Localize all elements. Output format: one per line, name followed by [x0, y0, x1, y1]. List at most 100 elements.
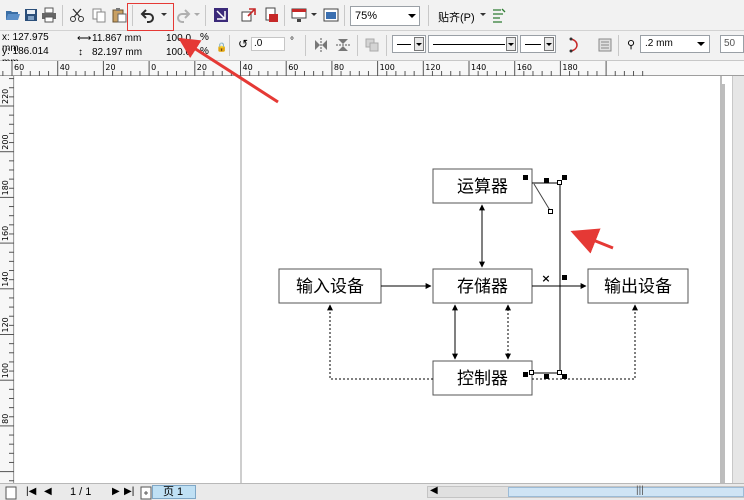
ruler-label: 80 — [1, 414, 10, 424]
redo-icon[interactable] — [174, 6, 192, 24]
chevron-down-icon — [506, 37, 516, 51]
selection-handle[interactable] — [562, 374, 567, 379]
paste-icon[interactable] — [110, 6, 128, 24]
control-label: 控制器 — [457, 369, 508, 389]
print-icon[interactable] — [40, 6, 58, 24]
curve-icon[interactable] — [566, 36, 584, 54]
page-shadow — [722, 84, 725, 483]
vertical-scrollbar[interactable] — [732, 76, 744, 483]
selection-handle[interactable] — [544, 374, 549, 379]
outline-width-value: .2 mm — [645, 38, 673, 49]
outline-width-select[interactable]: .2 mm — [640, 35, 710, 53]
percent-label: % — [200, 32, 209, 43]
start-arrow-select[interactable] — [392, 35, 426, 53]
ruler-label: 20 — [197, 63, 207, 72]
alu-label: 运算器 — [457, 177, 508, 197]
wrap-text-icon[interactable] — [596, 36, 614, 54]
last-page-icon[interactable]: ▶| — [124, 486, 134, 497]
outline-pen-icon: ⚲ — [627, 39, 636, 51]
width-field[interactable]: 11.867 mm — [90, 33, 150, 46]
output-device-label: 输出设备 — [604, 277, 672, 297]
degree-label: ° — [290, 36, 294, 47]
mirror-horizontal-icon[interactable] — [312, 36, 330, 54]
selection-handle[interactable] — [562, 275, 567, 280]
scroll-left-icon[interactable]: ◀ — [430, 485, 438, 496]
input-device-label: 输入设备 — [296, 277, 364, 297]
zoom-level-value: 75% — [355, 10, 378, 22]
center-marker-icon[interactable]: × — [541, 272, 550, 285]
line-style-select[interactable] — [428, 35, 518, 53]
control-point[interactable] — [548, 209, 553, 214]
ruler-label: 100 — [1, 363, 10, 378]
save-icon[interactable] — [22, 6, 40, 24]
export-icon[interactable] — [240, 6, 258, 24]
node-point[interactable] — [557, 180, 562, 185]
ungroup-icon[interactable] — [363, 36, 381, 54]
horizontal-ruler-marks: 60 40 20 0 20 40 60 80 100 120 140 160 180 — [2, 61, 644, 76]
rotation-field[interactable]: .0 — [251, 37, 285, 51]
node-point[interactable] — [529, 370, 534, 375]
alu-box[interactable]: 运算器 — [432, 168, 533, 204]
chevron-down-icon — [414, 37, 424, 51]
ruler-label: 80 — [334, 63, 344, 72]
control-input-dotted-arrow[interactable] — [327, 304, 433, 380]
ruler-label: 0 — [151, 63, 156, 72]
mirror-vertical-icon[interactable] — [334, 36, 352, 54]
scale-y-field[interactable]: 100.0 — [164, 47, 194, 60]
zoom-level-select[interactable]: 75% — [350, 6, 420, 26]
page-tab-1[interactable]: 页 1 — [152, 485, 196, 499]
next-page-icon[interactable]: ▶ — [112, 486, 120, 497]
drawing-canvas[interactable]: 运算器 存储器 输入设备 输出设备 控制器 × — [15, 76, 744, 483]
publish-pdf-icon[interactable] — [262, 6, 280, 24]
redo-dropdown-icon[interactable] — [194, 13, 200, 16]
copy-icon[interactable] — [90, 6, 108, 24]
options-icon[interactable] — [490, 6, 508, 24]
ruler-label: 60 — [288, 63, 298, 72]
node-point[interactable] — [557, 370, 562, 375]
snap-to-button[interactable]: 贴齐(P) — [438, 9, 475, 25]
control-box[interactable]: 控制器 — [432, 360, 533, 396]
control-output-dotted-arrow[interactable] — [532, 304, 638, 380]
input-device-box[interactable]: 输入设备 — [278, 268, 382, 304]
chevron-down-icon — [697, 42, 705, 46]
application-launcher-icon[interactable] — [290, 6, 308, 24]
standard-toolbar: 75% 贴齐(P) — [0, 0, 744, 31]
bezier-control-line — [533, 183, 552, 213]
x-position-field[interactable]: x: 127.975 mm — [0, 32, 68, 54]
open-icon[interactable] — [4, 6, 22, 24]
launcher-dropdown-icon[interactable] — [311, 13, 317, 16]
import-icon[interactable] — [212, 6, 230, 24]
scale-x-field[interactable]: 100.0 — [164, 33, 194, 46]
page-options-icon[interactable] — [2, 484, 20, 500]
annotation-arrow-canvas — [570, 228, 614, 254]
ruler-label: 160 — [517, 63, 532, 72]
output-device-box[interactable]: 输出设备 — [587, 268, 689, 304]
selection-handle[interactable] — [523, 175, 528, 180]
ruler-label: 140 — [471, 63, 486, 72]
snap-dropdown-icon[interactable] — [480, 13, 486, 16]
y-position-field[interactable]: y: 186.014 mm — [0, 46, 68, 68]
selection-handle[interactable] — [544, 178, 549, 183]
selection-handle[interactable] — [562, 175, 567, 180]
cut-icon[interactable] — [68, 6, 86, 24]
memory-box[interactable]: 存储器 — [432, 268, 533, 304]
ruler-label: 160 — [1, 226, 10, 241]
lock-ratio-icon[interactable]: 🔒 — [216, 42, 227, 53]
ruler-label: 120 — [425, 63, 440, 72]
previous-page-icon[interactable]: ◀ — [44, 486, 52, 497]
selection-handle[interactable] — [523, 372, 528, 377]
horizontal-ruler[interactable]: 60 40 20 0 20 40 60 80 100 120 140 160 180 — [0, 61, 744, 76]
height-icon: ↕ — [78, 47, 83, 58]
right-value-field[interactable]: 50 — [720, 35, 744, 53]
horizontal-scroll-thumb[interactable] — [508, 487, 744, 497]
first-page-icon[interactable]: |◀ — [26, 486, 36, 497]
height-field[interactable]: 82.197 mm — [90, 47, 150, 60]
ruler-label: 180 — [1, 180, 10, 195]
welcome-screen-icon[interactable] — [322, 6, 340, 24]
ruler-label: 20 — [105, 63, 115, 72]
rotate-icon: ↺ — [238, 37, 249, 51]
vertical-ruler[interactable]: 220 200 180 160 140 120 100 80 — [0, 76, 14, 483]
end-arrow-select[interactable] — [520, 35, 556, 53]
ruler-label: 40 — [243, 63, 253, 72]
scroll-grip-icon: ||| — [636, 485, 644, 496]
